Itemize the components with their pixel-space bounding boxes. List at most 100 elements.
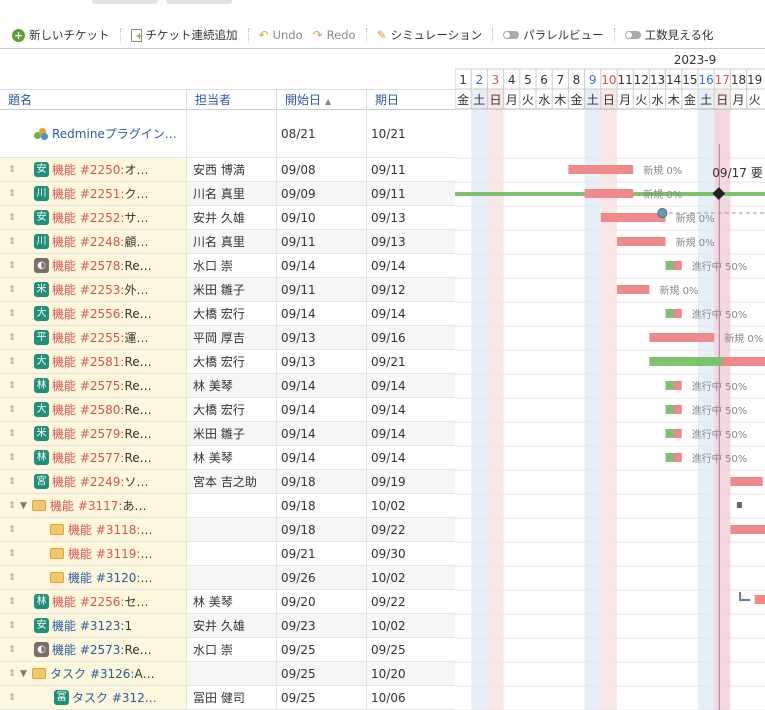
due-date-cell: 09/11 bbox=[366, 182, 455, 205]
task-bar[interactable] bbox=[649, 333, 715, 342]
table-row[interactable]: ⇕ 安機能 #2250: オ… 安西 博満 09/08 09/11 bbox=[0, 158, 455, 182]
table-row[interactable]: ⇕ 林機能 #2577: Re… 林 美琴 09/14 09/14 bbox=[0, 446, 455, 470]
table-row[interactable]: ⇕ 大機能 #2580: Re… 大橋 宏行 09/14 09/14 bbox=[0, 398, 455, 422]
task-bar[interactable] bbox=[600, 213, 666, 222]
drag-handle-icon[interactable]: ⇕ bbox=[4, 237, 20, 247]
drag-handle-icon[interactable]: ⇕ bbox=[4, 669, 20, 679]
project-row[interactable]: Redmineプラグイン… 08/21 10/21 bbox=[0, 110, 455, 158]
task-bar[interactable] bbox=[754, 595, 765, 604]
task-bar[interactable] bbox=[730, 525, 765, 534]
document-add-icon bbox=[130, 28, 143, 42]
table-row[interactable]: ⇕ 機能 #3118: … 09/18 09/22 bbox=[0, 518, 455, 542]
table-row[interactable]: ⇕ 安機能 #3123: 1 安井 久雄 09/23 10/02 bbox=[0, 614, 455, 638]
task-bar[interactable] bbox=[584, 189, 634, 198]
drag-handle-icon[interactable]: ⇕ bbox=[4, 285, 20, 295]
drag-handle-icon[interactable]: ⇕ bbox=[4, 333, 20, 343]
column-header-assignee[interactable]: 担当者 bbox=[186, 90, 276, 110]
drag-handle-icon[interactable]: ⇕ bbox=[4, 597, 20, 607]
simulation-button[interactable]: ✎ シミュレーション bbox=[377, 27, 483, 43]
drag-handle-icon[interactable]: ⇕ bbox=[4, 405, 20, 415]
table-row[interactable]: ⇕ 林機能 #2575: Re… 林 美琴 09/14 09/14 bbox=[0, 374, 455, 398]
issue-link[interactable]: 機能 #2252: bbox=[52, 209, 124, 226]
issue-link[interactable]: 機能 #2248: bbox=[52, 233, 124, 250]
table-row[interactable]: ⇕ 機能 #3119: … 09/21 09/30 bbox=[0, 542, 455, 566]
table-row[interactable]: ⇕ ◐ 機能 #2573: Re… 水口 崇 09/25 09/25 bbox=[0, 638, 455, 662]
drag-handle-icon[interactable]: ⇕ bbox=[4, 429, 20, 439]
table-row[interactable]: ⇕ 大機能 #2556: Re… 大橋 宏行 09/14 09/14 bbox=[0, 302, 455, 326]
task-bar[interactable] bbox=[617, 285, 650, 294]
issue-link[interactable]: タスク #3126: bbox=[50, 665, 134, 682]
issue-link[interactable]: 機能 #3123: bbox=[52, 617, 124, 634]
table-row[interactable]: ⇕ ▼ 機能 #3117: あ… 09/18 10/02 bbox=[0, 494, 455, 518]
issue-link[interactable]: 機能 #2251: bbox=[52, 185, 124, 202]
table-row[interactable]: ⇕ 安機能 #2252: サ… 安井 久雄 09/10 09/13 bbox=[0, 206, 455, 230]
issue-link[interactable]: 機能 #2575: bbox=[52, 377, 124, 394]
drag-handle-icon[interactable]: ⇕ bbox=[4, 309, 20, 319]
issue-link[interactable]: 機能 #3119: bbox=[68, 545, 140, 562]
top-tab[interactable] bbox=[92, 0, 158, 4]
effort-view-toggle[interactable]: 工数見える化 bbox=[624, 27, 713, 43]
redo-button[interactable]: ↷ Redo bbox=[313, 28, 356, 42]
drag-handle-icon[interactable]: ⇕ bbox=[4, 381, 20, 391]
issue-link[interactable]: 機能 #2578: bbox=[52, 257, 124, 274]
issue-link[interactable]: 機能 #2250: bbox=[52, 161, 124, 178]
table-row[interactable]: ⇕ 米機能 #2579: Re… 米田 雛子 09/14 09/14 bbox=[0, 422, 455, 446]
issue-link[interactable]: 機能 #3118: bbox=[68, 521, 140, 538]
assignee-badge: 安 bbox=[34, 618, 49, 633]
collapse-icon[interactable]: ▼ bbox=[20, 669, 32, 679]
drag-handle-icon[interactable]: ⇕ bbox=[4, 477, 20, 487]
assignee-cell bbox=[186, 518, 276, 541]
drag-handle-icon[interactable]: ⇕ bbox=[4, 189, 20, 199]
relation-handle-icon[interactable] bbox=[657, 208, 668, 218]
drag-handle-icon[interactable]: ⇕ bbox=[4, 357, 20, 367]
issue-link[interactable]: 機能 #2256: bbox=[52, 593, 124, 610]
issue-link[interactable]: 機能 #2573: bbox=[52, 641, 124, 658]
issue-link[interactable]: 機能 #2556: bbox=[52, 305, 124, 322]
parallel-view-toggle[interactable]: パラレルビュー bbox=[503, 27, 604, 43]
drag-handle-icon[interactable]: ⇕ bbox=[4, 549, 20, 559]
drag-handle-icon[interactable]: ⇕ bbox=[4, 165, 20, 175]
task-bar[interactable] bbox=[568, 165, 634, 174]
drag-handle-icon[interactable]: ⇕ bbox=[4, 525, 20, 535]
column-header-start[interactable]: 開始日 ▲ bbox=[276, 90, 366, 110]
project-link[interactable]: Redmineプラグイン… bbox=[52, 125, 177, 142]
top-tab[interactable] bbox=[166, 0, 232, 4]
drag-handle-icon[interactable]: ⇕ bbox=[4, 621, 20, 631]
issue-link[interactable]: 機能 #2579: bbox=[52, 425, 124, 442]
table-row[interactable]: ⇕ 米機能 #2253: 外… 米田 雛子 09/11 09/12 bbox=[0, 278, 455, 302]
table-row[interactable]: ⇕ 機能 #3120: … 09/26 10/02 bbox=[0, 566, 455, 590]
task-bar[interactable] bbox=[730, 477, 763, 486]
bulk-add-button[interactable]: チケット連続追加 bbox=[130, 27, 238, 43]
issue-link[interactable]: 機能 #2580: bbox=[52, 401, 124, 418]
collapse-icon[interactable]: ▼ bbox=[20, 501, 32, 511]
drag-handle-icon[interactable]: ⇕ bbox=[4, 645, 20, 655]
drag-handle-icon[interactable]: ⇕ bbox=[4, 453, 20, 463]
table-row[interactable]: ⇕ 大機能 #2581: Re… 大橋 宏行 09/13 09/21 bbox=[0, 350, 455, 374]
new-ticket-button[interactable]: + 新しいチケット bbox=[12, 27, 110, 43]
issue-link[interactable]: 機能 #3120: bbox=[68, 569, 140, 586]
drag-handle-icon[interactable]: ⇕ bbox=[4, 501, 20, 511]
drag-handle-icon[interactable]: ⇕ bbox=[4, 261, 20, 271]
column-header-subject[interactable]: 題名 bbox=[0, 90, 186, 110]
table-row[interactable]: ⇕ 宮機能 #2249: ソ… 宮本 吉之助 09/18 09/19 bbox=[0, 470, 455, 494]
issue-link[interactable]: 機能 #2249: bbox=[52, 473, 124, 490]
table-row[interactable]: ⇕ 冨タスク #312… 冨田 健司 09/25 10/06 bbox=[0, 686, 455, 710]
undo-button[interactable]: ↶ Undo bbox=[259, 28, 303, 42]
drag-handle-icon[interactable]: ⇕ bbox=[4, 693, 20, 703]
table-row[interactable]: ⇕ 川機能 #2248: 顧… 川名 真里 09/11 09/13 bbox=[0, 230, 455, 254]
drag-handle-icon[interactable]: ⇕ bbox=[4, 213, 20, 223]
issue-link[interactable]: タスク #312… bbox=[72, 689, 157, 706]
issue-link[interactable]: 機能 #2253: bbox=[52, 281, 124, 298]
drag-handle-icon[interactable]: ⇕ bbox=[4, 573, 20, 583]
issue-link[interactable]: 機能 #2581: bbox=[52, 353, 124, 370]
table-row[interactable]: ⇕ ▼ タスク #3126: A… 09/25 10/20 bbox=[0, 662, 455, 686]
table-row[interactable]: ⇕ 平機能 #2255: 運… 平岡 厚吉 09/13 09/16 bbox=[0, 326, 455, 350]
issue-link[interactable]: 機能 #2255: bbox=[52, 329, 124, 346]
issue-link[interactable]: 機能 #2577: bbox=[52, 449, 124, 466]
table-row[interactable]: ⇕ ◐ 機能 #2578: Re… 水口 崇 09/14 09/14 bbox=[0, 254, 455, 278]
table-row[interactable]: ⇕ 林機能 #2256: セ… 林 美琴 09/20 09/22 bbox=[0, 590, 455, 614]
issue-link[interactable]: 機能 #3117: bbox=[50, 497, 122, 514]
task-bar[interactable] bbox=[617, 237, 666, 246]
column-header-due[interactable]: 期日 bbox=[366, 90, 455, 110]
table-row[interactable]: ⇕ 川機能 #2251: ク… 川名 真里 09/09 09/11 bbox=[0, 182, 455, 206]
